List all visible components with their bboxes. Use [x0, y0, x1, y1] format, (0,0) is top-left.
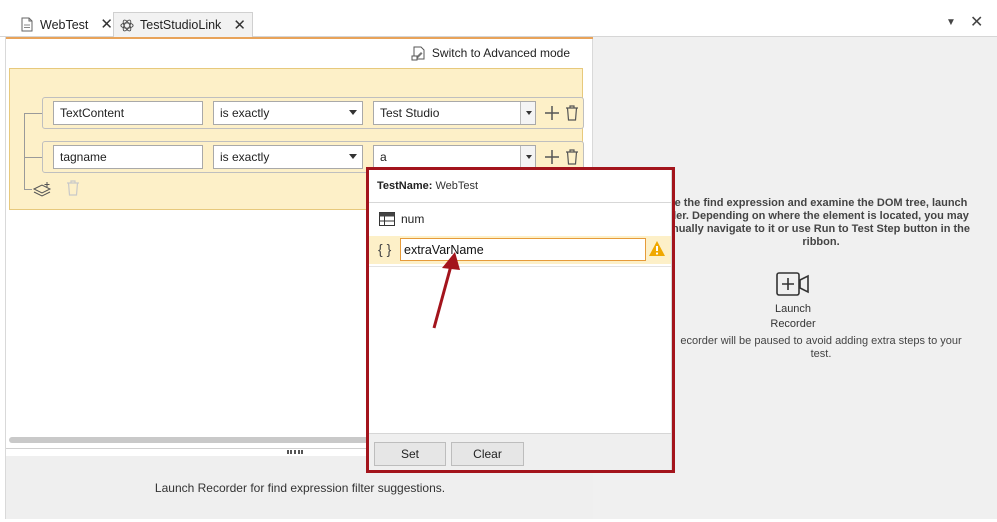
filter-row: TextContent is exactly Test Studio: [42, 97, 584, 129]
bottom-hint-text: Launch Recorder for find expression filt…: [154, 480, 446, 495]
combo-dropdown-button[interactable]: [520, 146, 535, 168]
new-variable-row: { }: [369, 236, 671, 264]
operator-select[interactable]: is exactly: [213, 101, 363, 125]
instructions-line: ribbon.: [802, 236, 840, 248]
tab-webtest[interactable]: WebTest ✕: [14, 12, 119, 37]
divider: [369, 202, 671, 203]
variable-item-num[interactable]: num: [379, 212, 424, 226]
instructions-line: e the find expression and examine the DO…: [674, 197, 968, 209]
trash-icon: [566, 149, 578, 165]
test-name-value: WebTest: [435, 180, 479, 192]
chevron-down-icon: [349, 154, 357, 159]
popup-footer: Set Clear: [369, 433, 671, 470]
variable-picker-popup: TestName: WebTest num { } Set Clear: [366, 167, 675, 473]
set-button[interactable]: Set: [374, 442, 446, 466]
plus-icon: [545, 106, 559, 120]
chevron-down-icon[interactable]: ▼: [946, 17, 956, 28]
horizontal-scrollbar[interactable]: [9, 437, 375, 443]
add-filter-button[interactable]: [542, 102, 562, 124]
trash-icon: [566, 105, 578, 121]
divider: [671, 170, 672, 470]
advanced-mode-label: Switch to Advanced mode: [431, 46, 570, 60]
tab-teststudiolink[interactable]: TestStudioLink ✕: [113, 12, 253, 37]
value-combo[interactable]: Test Studio: [373, 101, 536, 125]
plus-icon: [545, 150, 559, 164]
atom-icon: [120, 17, 134, 33]
layers-icon: [32, 182, 52, 197]
tree-connector: [24, 157, 42, 158]
attribute-input[interactable]: TextContent: [53, 101, 203, 125]
accent-line: [6, 37, 594, 39]
tab-label: WebTest: [40, 17, 89, 32]
delete-filter-button[interactable]: [562, 146, 582, 168]
clear-button[interactable]: Clear: [451, 442, 524, 466]
test-name-label: TestName:: [377, 180, 433, 192]
value-text: a: [380, 150, 387, 164]
combo-dropdown-button[interactable]: [520, 102, 535, 124]
close-icon[interactable]: ✕: [970, 12, 983, 32]
instructions-text: e the find expression and examine the DO…: [667, 197, 975, 249]
launch-label: Launch: [774, 303, 812, 315]
tree-connector: [24, 113, 25, 189]
divider: [369, 266, 671, 267]
close-icon[interactable]: ✕: [100, 17, 113, 32]
value-text: Test Studio: [380, 106, 440, 120]
close-icon[interactable]: ✕: [233, 18, 246, 33]
launch-label: Recorder: [770, 318, 816, 330]
recorder-icon: [773, 270, 813, 298]
annotation-arrow-icon: [432, 252, 460, 329]
value-combo[interactable]: a: [373, 145, 536, 169]
launch-recorder-button[interactable]: Launch Recorder: [753, 270, 833, 332]
instructions-line: nually navigate to it or use Run to Test…: [671, 223, 971, 235]
braces-icon: { }: [378, 241, 392, 257]
warning-icon: [648, 240, 666, 258]
table-icon: [379, 212, 395, 226]
variable-label: num: [401, 212, 425, 226]
delete-filter-button[interactable]: [562, 102, 582, 124]
trash-icon: [67, 180, 79, 196]
chevron-down-icon: [526, 111, 532, 115]
note-line: test.: [810, 348, 832, 360]
chevron-down-icon: [526, 155, 532, 159]
tab-label: TestStudioLink: [140, 18, 222, 32]
tree-connector: [24, 189, 32, 190]
advanced-mode-button[interactable]: Switch to Advanced mode: [411, 45, 570, 61]
delete-group-button[interactable]: [66, 180, 82, 198]
grip-icon[interactable]: [287, 450, 303, 454]
tree-connector: [24, 113, 42, 114]
recorder-note: ecorder will be paused to avoid adding e…: [667, 335, 975, 361]
edit-mode-icon: [411, 45, 427, 61]
tab-bar: WebTest ✕ TestStudioLink ✕ ▼ ✕: [0, 0, 997, 37]
popup-header: TestName: WebTest: [377, 180, 478, 192]
add-group-button[interactable]: [32, 179, 52, 199]
attribute-input[interactable]: tagname: [53, 145, 203, 169]
note-line: ecorder will be paused to avoid adding e…: [680, 335, 962, 347]
instructions-line: ler. Depending on where the element is l…: [673, 210, 969, 222]
operator-value: is exactly: [220, 106, 270, 120]
chevron-down-icon: [349, 110, 357, 115]
document-icon: [20, 17, 34, 33]
add-filter-button[interactable]: [542, 146, 562, 168]
operator-value: is exactly: [220, 150, 270, 164]
operator-select[interactable]: is exactly: [213, 145, 363, 169]
